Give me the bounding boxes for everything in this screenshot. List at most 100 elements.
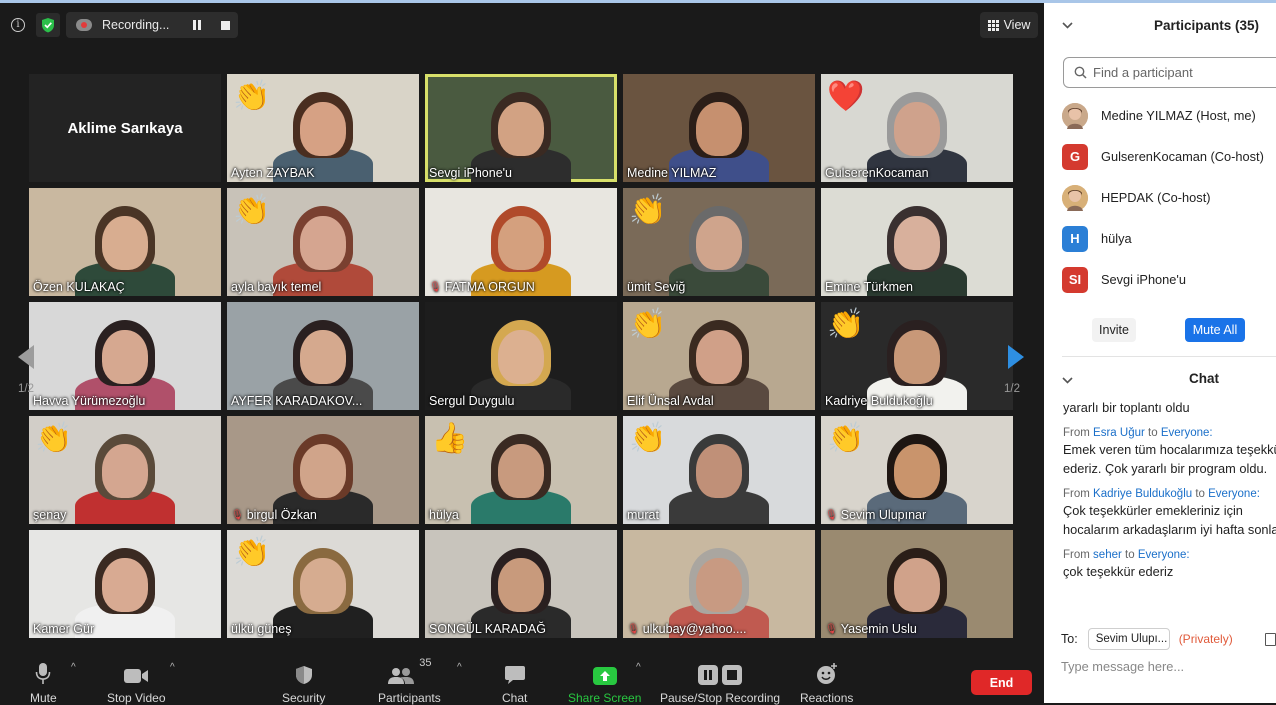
participant-name: şenay xyxy=(33,508,67,522)
participant-tile[interactable]: SONGÜL KARADAĞ xyxy=(425,530,617,638)
video-person-face xyxy=(894,444,940,498)
participant-tile[interactable]: 👏 Kadriye Buldukoğlu xyxy=(821,302,1013,410)
participant-tile[interactable]: Sergul Duygulu xyxy=(425,302,617,410)
mute-all-button[interactable]: Mute All xyxy=(1185,318,1245,342)
participant-tile[interactable]: Sevgi iPhone'u xyxy=(425,74,617,182)
participant-tile[interactable]: Aklime Sarıkaya xyxy=(29,74,221,182)
participant-name-label: Kamer Gür xyxy=(33,622,94,636)
participant-list-item[interactable]: HEPDAK (Co-host) xyxy=(1062,177,1276,218)
participant-tile[interactable]: Kamer Gür xyxy=(29,530,221,638)
search-placeholder: Find a participant xyxy=(1093,65,1193,80)
chat-button[interactable]: Chat xyxy=(502,659,527,705)
participant-tile[interactable]: Emine Türkmen xyxy=(821,188,1013,296)
previous-page-button[interactable]: 1/2 xyxy=(12,338,46,408)
chat-message-input[interactable]: Type message here... xyxy=(1061,659,1184,674)
participant-tile[interactable]: ❤️ GulserenKocaman xyxy=(821,74,1013,182)
shield-check-icon[interactable] xyxy=(36,13,60,37)
end-meeting-button[interactable]: End xyxy=(971,670,1032,695)
participant-tile[interactable]: 🎙 birgul Özkan xyxy=(227,416,419,524)
participant-name: murat xyxy=(627,508,659,522)
pause-recording-icon[interactable] xyxy=(193,20,203,30)
participant-tile[interactable]: 👏 🎙 Sevim Ulupınar xyxy=(821,416,1013,524)
participant-name-centered: Aklime Sarıkaya xyxy=(67,119,183,137)
participant-list-item[interactable]: Medine YILMAZ (Host, me) xyxy=(1062,95,1276,136)
participants-button[interactable]: 35 Participants xyxy=(378,657,441,705)
participant-name: ayla bayık temel xyxy=(231,280,322,294)
participant-tile[interactable]: Özen KULAKAÇ xyxy=(29,188,221,296)
search-icon xyxy=(1074,66,1087,79)
share-options-caret-icon[interactable]: ^ xyxy=(636,662,641,673)
recipient-select[interactable]: Sevim Ulupı... xyxy=(1087,628,1170,650)
participant-list-item[interactable]: G GulserenKocaman (Co-host) xyxy=(1062,136,1276,177)
pause-stop-recording-button[interactable]: Pause/Stop Recording xyxy=(660,659,780,705)
participant-name-label: 🎙 FATMA ORGUN xyxy=(429,280,535,294)
participant-tile[interactable]: 👏 Elif Ünsal Avdal xyxy=(623,302,815,410)
divider xyxy=(1062,356,1276,357)
participant-tile[interactable]: 🎙 ulkubay@yahoo.... xyxy=(623,530,815,638)
file-icon[interactable] xyxy=(1265,633,1276,646)
participant-tile[interactable]: 🎙 Yasemin Uslu xyxy=(821,530,1013,638)
avatar: H xyxy=(1062,225,1088,252)
mute-button[interactable]: Mute xyxy=(30,659,57,705)
chat-recipient-name: Everyone: xyxy=(1208,488,1260,500)
chat-sender-name[interactable]: Esra Uğur xyxy=(1093,427,1145,439)
audio-options-caret-icon[interactable]: ^ xyxy=(71,662,76,673)
video-person-face xyxy=(498,216,544,270)
participant-name: Havva Yürümezoğlu xyxy=(33,394,146,408)
participant-tile[interactable]: 👏 murat xyxy=(623,416,815,524)
participant-tile[interactable]: 👍 hülya xyxy=(425,416,617,524)
muted-microphone-icon: 🎙 xyxy=(825,509,838,521)
security-shield-icon xyxy=(295,666,312,684)
share-screen-button[interactable]: Share Screen xyxy=(568,659,641,705)
participant-list-item[interactable]: Hhülya xyxy=(1062,218,1276,259)
video-person-face xyxy=(696,216,742,270)
participant-tile[interactable]: 🎙 FATMA ORGUN xyxy=(425,188,617,296)
from-word: From xyxy=(1063,488,1090,500)
video-person-face xyxy=(498,102,544,156)
video-person-face xyxy=(102,558,148,612)
participant-list-item[interactable]: SI Sevgi iPhone'u xyxy=(1062,259,1276,300)
stop-recording-icon[interactable] xyxy=(221,20,231,30)
participant-tile[interactable]: AYFER KARADAKOV... xyxy=(227,302,419,410)
participant-tile[interactable]: 👏 ümit Seviğ xyxy=(623,188,815,296)
participant-name: Ayten ZAYBAK xyxy=(231,166,315,180)
collapse-chat-chevron-down-icon[interactable] xyxy=(1062,375,1073,387)
avatar-initials: H xyxy=(1070,231,1080,246)
participant-search-input[interactable]: Find a participant xyxy=(1063,57,1276,88)
participant-tile[interactable]: 👏 ülkü güneş xyxy=(227,530,419,638)
video-person-face xyxy=(696,558,742,612)
participant-tile[interactable]: 👏 Ayten ZAYBAK xyxy=(227,74,419,182)
video-person-face xyxy=(894,330,940,384)
participant-name-label: Özen KULAKAÇ xyxy=(33,280,125,294)
participant-name: ülkü güneş xyxy=(231,622,292,636)
stop-video-button[interactable]: Stop Video xyxy=(107,659,166,705)
chat-sender-name[interactable]: seher xyxy=(1093,549,1122,561)
muted-microphone-icon: 🎙 xyxy=(627,623,640,635)
participant-tile[interactable]: Havva Yürümezoğlu xyxy=(29,302,221,410)
recording-dot-icon xyxy=(76,19,92,31)
participant-name: Sergul Duygulu xyxy=(429,394,515,408)
participant-name: Emine Türkmen xyxy=(825,280,913,294)
participant-tile[interactable]: 👏 ayla bayık temel xyxy=(227,188,419,296)
chat-messages: yararlı bir toplantı oldu From Esra Uğur … xyxy=(1063,398,1276,603)
video-person-face xyxy=(300,216,346,270)
privately-label: (Privately) xyxy=(1178,632,1233,646)
participants-options-caret-icon[interactable]: ^ xyxy=(457,662,462,673)
page-indicator-right: 1/2 xyxy=(1004,383,1020,395)
view-button[interactable]: View xyxy=(980,12,1038,38)
participant-name-label: SONGÜL KARADAĞ xyxy=(429,622,546,636)
next-page-button[interactable]: 1/2 xyxy=(998,338,1032,408)
chat-sender-name[interactable]: Kadriye Buldukoğlu xyxy=(1093,488,1192,500)
participant-name: Kadriye Buldukoğlu xyxy=(825,394,933,408)
info-icon[interactable]: i xyxy=(6,13,30,37)
reactions-button[interactable]: Reactions xyxy=(800,659,853,705)
video-camera-icon xyxy=(124,669,149,683)
video-options-caret-icon[interactable]: ^ xyxy=(170,662,175,673)
video-person-face xyxy=(102,330,148,384)
invite-button[interactable]: Invite xyxy=(1092,318,1136,342)
stop-icon xyxy=(722,665,743,685)
collapse-participants-chevron-down-icon[interactable] xyxy=(1062,20,1073,32)
participant-tile[interactable]: Medine YILMAZ xyxy=(623,74,815,182)
participant-tile[interactable]: 👏 şenay xyxy=(29,416,221,524)
security-button[interactable]: Security xyxy=(282,659,325,705)
